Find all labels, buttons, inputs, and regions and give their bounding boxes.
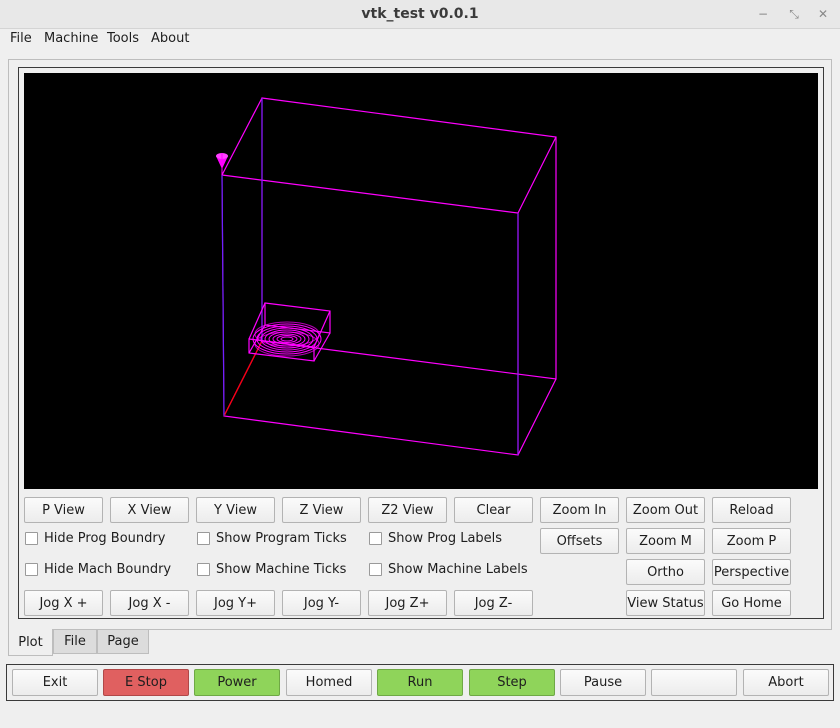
menu-bar: File Machine Tools About <box>0 29 840 50</box>
pause-button[interactable]: Pause <box>560 669 646 696</box>
hide-prog-boundry-checkbox[interactable]: Hide Prog Boundry <box>25 528 165 548</box>
jog-z-plus-button[interactable]: Jog Z+ <box>368 590 447 616</box>
tool-marker <box>216 153 228 175</box>
menu-about[interactable]: About <box>149 31 191 46</box>
tab-page[interactable]: Page <box>97 629 149 654</box>
estop-button[interactable]: E Stop <box>103 669 189 696</box>
menu-machine[interactable]: Machine <box>42 31 100 46</box>
restore-icon[interactable]: ⤡ <box>785 5 803 23</box>
jog-x-minus-button[interactable]: Jog X - <box>110 590 189 616</box>
checkbox-box[interactable] <box>197 531 210 545</box>
tab-file[interactable]: File <box>53 629 97 654</box>
title-bar: vtk_test v0.0.1 − ⤡ ✕ <box>0 0 840 29</box>
show-machine-ticks-checkbox[interactable]: Show Machine Ticks <box>197 559 346 579</box>
tab-plot[interactable]: Plot <box>8 629 53 656</box>
close-icon[interactable]: ✕ <box>814 5 832 23</box>
control-bar: Exit E Stop Power Homed Run Step Pause A… <box>6 664 834 701</box>
clear-button[interactable]: Clear <box>454 497 533 523</box>
axis-lines <box>221 98 519 455</box>
window-title: vtk_test v0.0.1 <box>361 6 479 22</box>
perspective-button[interactable]: Perspective <box>712 559 791 585</box>
minimize-icon[interactable]: − <box>754 5 772 23</box>
zoom-out-button[interactable]: Zoom Out <box>626 497 705 523</box>
jog-y-plus-button[interactable]: Jog Y+ <box>196 590 275 616</box>
checkbox-box[interactable] <box>369 531 382 545</box>
z-view-button[interactable]: Z View <box>282 497 361 523</box>
checkbox-label: Show Machine Labels <box>388 561 528 577</box>
view-status-button[interactable]: View Status <box>626 590 705 616</box>
jog-y-minus-button[interactable]: Jog Y- <box>282 590 361 616</box>
checkbox-label: Show Machine Ticks <box>216 561 347 577</box>
homed-button[interactable]: Homed <box>286 669 372 696</box>
checkbox-box[interactable] <box>197 562 210 576</box>
x-view-button[interactable]: X View <box>110 497 189 523</box>
offsets-button[interactable]: Offsets <box>540 528 619 554</box>
y-view-button[interactable]: Y View <box>196 497 275 523</box>
checkbox-box[interactable] <box>25 531 38 545</box>
reload-button[interactable]: Reload <box>712 497 791 523</box>
3d-viewport[interactable] <box>24 73 818 489</box>
checkbox-box[interactable] <box>25 562 38 576</box>
zoom-p-button[interactable]: Zoom P <box>712 528 791 554</box>
show-program-ticks-checkbox[interactable]: Show Program Ticks <box>197 528 347 548</box>
jog-x-plus-button[interactable]: Jog X + <box>24 590 103 616</box>
plot-tab-panel: P View X View Y View Z View Z2 View Clea… <box>8 59 832 630</box>
machine-boundary <box>221 97 557 456</box>
checkbox-label: Hide Mach Boundry <box>44 561 172 577</box>
run-button[interactable]: Run <box>377 669 463 696</box>
menu-tools[interactable]: Tools <box>105 31 141 46</box>
checkbox-label: Show Program Ticks <box>216 530 347 546</box>
zoom-in-button[interactable]: Zoom In <box>540 497 619 523</box>
checkbox-box[interactable] <box>369 562 382 576</box>
menu-file[interactable]: File <box>8 31 34 46</box>
go-home-button[interactable]: Go Home <box>712 590 791 616</box>
power-button[interactable]: Power <box>194 669 280 696</box>
toolpath-plot <box>216 97 557 456</box>
jog-z-minus-button[interactable]: Jog Z- <box>454 590 533 616</box>
checkbox-label: Show Prog Labels <box>388 530 503 546</box>
step-button[interactable]: Step <box>469 669 555 696</box>
z2-view-button[interactable]: Z2 View <box>368 497 447 523</box>
show-prog-labels-checkbox[interactable]: Show Prog Labels <box>369 528 502 548</box>
p-view-button[interactable]: P View <box>24 497 103 523</box>
exit-button[interactable]: Exit <box>12 669 98 696</box>
ortho-button[interactable]: Ortho <box>626 559 705 585</box>
plot-frame: P View X View Y View Z View Z2 View Clea… <box>18 67 824 619</box>
abort-button[interactable]: Abort <box>743 669 829 696</box>
checkbox-label: Hide Prog Boundry <box>44 530 166 546</box>
show-machine-labels-checkbox[interactable]: Show Machine Labels <box>369 559 528 579</box>
blank-button[interactable] <box>651 669 737 696</box>
hide-mach-boundry-checkbox[interactable]: Hide Mach Boundry <box>25 559 171 579</box>
zoom-m-button[interactable]: Zoom M <box>626 528 705 554</box>
